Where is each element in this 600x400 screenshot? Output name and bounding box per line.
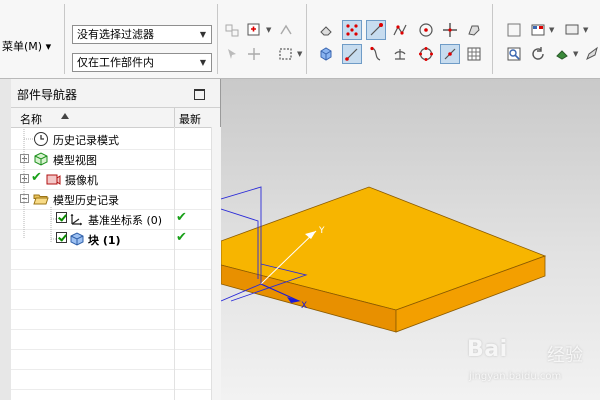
select-feature-icon[interactable] — [222, 20, 242, 40]
display-icon[interactable] — [562, 20, 582, 40]
eraser-icon[interactable] — [316, 20, 336, 40]
dropdown-arrow-icon[interactable]: ▼ — [549, 26, 554, 34]
point-cursor-icon[interactable] — [222, 44, 242, 64]
end-point-icon[interactable] — [366, 20, 386, 40]
rotate-icon[interactable] — [528, 44, 548, 64]
move-cursor-icon[interactable] — [244, 44, 264, 64]
column-name[interactable]: 名称 — [20, 111, 42, 127]
grid-icon[interactable] — [464, 44, 484, 64]
mid-point-icon[interactable] — [390, 20, 410, 40]
chevron-down-icon: ▼ — [199, 30, 207, 39]
tree-guides — [23, 129, 56, 242]
dropdown-arrow-icon[interactable]: ▼ — [583, 26, 588, 34]
selection-filter-dropdown[interactable]: 没有选择过滤器 ▼ — [72, 25, 212, 44]
tree-item-label: 基准坐标系 (0) — [88, 214, 163, 227]
snap-icon[interactable] — [276, 20, 296, 40]
selection-filter-value: 没有选择过滤器 — [77, 28, 154, 41]
toolbar-separator — [306, 4, 307, 74]
column-divider-line — [174, 127, 175, 400]
column-latest[interactable]: 最新 — [179, 111, 201, 127]
toolbar-separator — [492, 4, 493, 74]
watermark-brand-cn: 经验 — [547, 345, 583, 366]
ribbon-toolbar: 菜单(M) ▾ 没有选择过滤器 ▼ 仅在工作部件内 ▼ ▼ ▼ ▼ ▼ ▼ — [0, 0, 600, 79]
x-axis-label: X — [301, 301, 307, 311]
row-divider — [11, 349, 211, 350]
add-selection-icon[interactable] — [244, 20, 264, 40]
curve-point-icon[interactable] — [366, 44, 386, 64]
watermark-brand: Bai — [467, 337, 508, 362]
intersection-icon[interactable] — [440, 20, 460, 40]
arc-center-icon[interactable] — [416, 20, 436, 40]
watermark: Bai 经验 jingyan.baidu.com — [467, 337, 597, 395]
dropdown-arrow-icon[interactable]: ▼ — [297, 50, 302, 58]
watermark-url: jingyan.baidu.com — [469, 371, 562, 382]
dropdown-arrow-icon[interactable]: ▼ — [573, 50, 578, 58]
render-style-icon[interactable] — [552, 44, 572, 64]
y-axis-label: Y — [318, 226, 325, 236]
row-divider — [11, 369, 211, 370]
existing-point-icon[interactable] — [440, 44, 460, 64]
navigator-title: 部件导航器 — [17, 88, 78, 102]
rectangle-select-icon[interactable] — [276, 44, 296, 64]
navigator-scrollbar[interactable] — [211, 127, 221, 400]
column-divider[interactable] — [174, 108, 175, 127]
quadrant-point-icon[interactable] — [416, 44, 436, 64]
zoom-icon[interactable] — [504, 44, 524, 64]
selection-scope-dropdown[interactable]: 仅在工作部件内 ▼ — [72, 53, 212, 72]
row-divider — [11, 389, 211, 390]
latest-check-icon: ✔ — [176, 210, 187, 225]
tree-item-label: 块 (1) — [88, 234, 121, 247]
sort-ascending-icon[interactable] — [61, 113, 69, 119]
column-header: 名称 最新 — [11, 108, 220, 128]
row-divider — [11, 269, 211, 270]
perpendicular-icon[interactable] — [390, 44, 410, 64]
row-divider — [11, 249, 211, 250]
fit-view-icon[interactable] — [504, 20, 524, 40]
row-divider — [11, 289, 211, 290]
part-navigator: 部件导航器 名称 最新 历史记录模式 + 模型视图 + ✔ 摄像机 − 模型历史… — [11, 79, 221, 400]
snap-points-icon[interactable] — [342, 20, 362, 40]
graphics-viewport[interactable]: Y X Bai 经验 jingyan.baidu.com — [221, 79, 600, 400]
toolbar-separator — [217, 4, 218, 74]
menu-arrow-icon: ▾ — [45, 40, 52, 53]
layer-settings-icon[interactable] — [528, 20, 548, 40]
line-point-icon[interactable] — [342, 44, 362, 64]
toolbar-separator — [64, 4, 65, 74]
view-icon[interactable] — [464, 20, 484, 40]
maximize-icon[interactable] — [194, 89, 205, 100]
latest-check-icon: ✔ — [176, 230, 187, 245]
row-divider — [11, 309, 211, 310]
dropdown-arrow-icon[interactable]: ▼ — [266, 26, 271, 34]
menu-label: 菜单(M) — [2, 40, 43, 53]
navigator-header: 部件导航器 — [11, 79, 220, 108]
edit-section-icon[interactable] — [582, 44, 600, 64]
row-divider — [11, 329, 211, 330]
menu-button[interactable]: 菜单(M) ▾ — [2, 38, 51, 54]
selection-scope-value: 仅在工作部件内 — [77, 56, 154, 69]
chevron-down-icon: ▼ — [199, 58, 207, 67]
cube-icon[interactable] — [316, 44, 336, 64]
